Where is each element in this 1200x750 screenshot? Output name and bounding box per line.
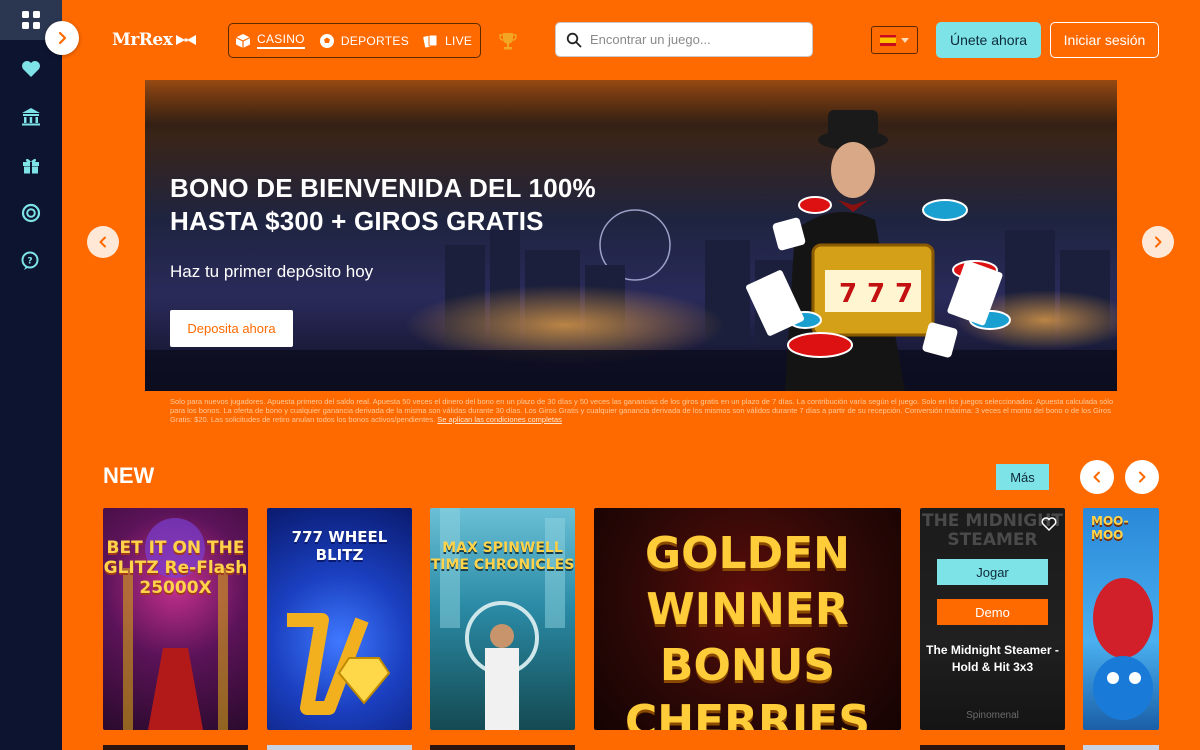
grid-icon (22, 11, 40, 29)
game-title: GOLDEN WINNER BONUS CHERRIES (624, 528, 871, 730)
terms-link[interactable]: Se aplican las condiciones completas (437, 415, 562, 424)
banner-prev-button[interactable] (87, 226, 119, 258)
main-nav: CASINO DEPORTES LIVE (228, 23, 481, 58)
search-input[interactable] (590, 32, 790, 47)
game-title: MAX SPINWELL TIME CHRONICLES (430, 540, 575, 573)
demo-button[interactable]: Demo (937, 599, 1048, 625)
cards-icon (423, 34, 438, 48)
sidebar-item-help[interactable]: ? (0, 241, 62, 281)
sidebar-item-favorites[interactable] (0, 49, 62, 89)
chevron-down-icon (901, 37, 909, 43)
sidebar-toggle-button[interactable] (45, 21, 79, 55)
heart-outline-icon[interactable] (1041, 516, 1057, 532)
nav-live-label: LIVE (445, 33, 473, 48)
banner-subtitle: Haz tu primer depósito hoy (170, 262, 374, 281)
game-tile[interactable]: 777 WHEEL BLITZ (267, 508, 412, 730)
casino-building-icon (22, 108, 40, 126)
games-prev-button[interactable] (1080, 460, 1114, 494)
game-tile[interactable]: MOO-MOO (1083, 508, 1159, 730)
game-tile-row2[interactable] (920, 745, 1065, 750)
heart-icon (22, 61, 40, 77)
svg-text:7: 7 (839, 279, 857, 309)
sidebar-item-promotions[interactable] (0, 145, 62, 185)
chevron-right-icon (1155, 236, 1162, 248)
nav-live[interactable]: LIVE (423, 33, 472, 49)
game-tile-row2[interactable] (1083, 745, 1159, 750)
game-tile-row2[interactable] (103, 745, 248, 750)
games-next-button[interactable] (1125, 460, 1159, 494)
play-button[interactable]: Jogar (937, 559, 1048, 585)
game-title: BET IT ON THE GLITZ Re-Flash 25000X (103, 538, 248, 598)
soccer-ball-icon (319, 33, 334, 48)
more-button[interactable]: Más (996, 464, 1049, 490)
gift-icon (23, 158, 39, 174)
game-title: 777 WHEEL BLITZ (291, 528, 388, 564)
cube-icon (235, 33, 251, 48)
svg-text:?: ? (27, 257, 32, 267)
svg-text:7: 7 (867, 279, 885, 309)
chevron-right-icon (58, 31, 67, 45)
chevron-left-icon (99, 236, 106, 248)
search-box[interactable] (555, 22, 813, 57)
promo-banner[interactable]: 7 7 7 BONO DE BIENVENIDA DEL 100% HASTA … (145, 80, 1117, 391)
game-tile-hovered[interactable]: THE MIDNIGHT STEAMER Jogar Demo The Midn… (920, 508, 1065, 730)
game-tile[interactable]: BET IT ON THE GLITZ Re-Flash 25000X (103, 508, 248, 730)
search-icon (566, 32, 582, 47)
trophy-icon[interactable] (497, 30, 519, 52)
game-title: The Midnight Steamer - Hold & Hit 3x3 (926, 643, 1059, 674)
join-button[interactable]: Únete ahora (936, 22, 1041, 58)
provider-name: Spinomenal (966, 710, 1019, 721)
chat-help-icon: ? (21, 251, 39, 270)
sidebar: ? (0, 0, 62, 750)
nav-casino[interactable]: CASINO (235, 32, 305, 49)
logo[interactable]: MrRex (112, 30, 197, 50)
svg-text:7: 7 (895, 279, 913, 309)
section-title-new: NEW (103, 463, 155, 488)
chevron-right-icon (1139, 471, 1146, 483)
logo-text: MrRex (112, 30, 173, 50)
game-tile-row2[interactable] (430, 745, 575, 750)
nav-sports-label: DEPORTES (340, 33, 410, 48)
bonus-disclaimer: Solo para nuevos jugadores. Apuesta prim… (170, 397, 1118, 424)
banner-next-button[interactable] (1142, 226, 1174, 258)
login-button[interactable]: Iniciar sesión (1050, 22, 1159, 58)
lifebuoy-icon (21, 203, 41, 223)
game-tile-row2[interactable] (267, 745, 412, 750)
disclaimer-text: Solo para nuevos jugadores. Apuesta prim… (170, 397, 1114, 424)
banner-title: BONO DE BIENVENIDA DEL 100% HASTA $300 +… (170, 173, 596, 236)
sidebar-item-casino[interactable] (0, 96, 62, 136)
game-title: MOO-MOO (1091, 514, 1129, 542)
deposit-button[interactable]: Deposita ahora (170, 310, 293, 347)
game-tile[interactable]: MAX SPINWELL TIME CHRONICLES (430, 508, 575, 730)
bowtie-icon (176, 35, 197, 45)
chevron-left-icon (1093, 471, 1100, 483)
game-tile[interactable]: GOLDEN WINNER BONUS CHERRIES (594, 508, 901, 730)
sidebar-item-support[interactable] (0, 193, 62, 233)
nav-sports[interactable]: DEPORTES (319, 33, 409, 49)
spain-flag-icon (880, 34, 896, 46)
nav-casino-label: CASINO (257, 32, 305, 49)
language-selector[interactable] (871, 26, 918, 54)
